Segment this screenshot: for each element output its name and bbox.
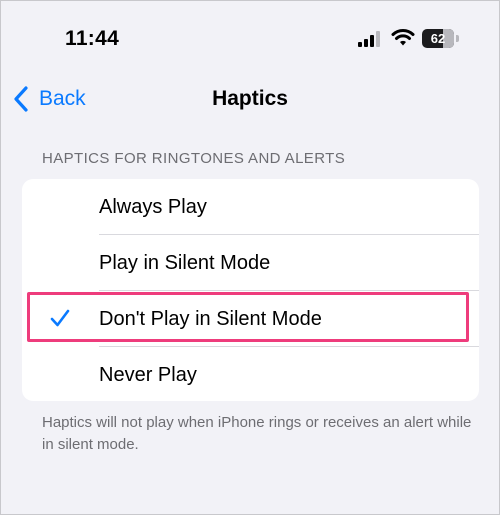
section-footer: Haptics will not play when iPhone rings … <box>42 414 472 453</box>
option-label: Never Play <box>99 364 197 386</box>
option-label: Don't Play in Silent Mode <box>99 308 322 330</box>
page-title: Haptics <box>212 87 288 110</box>
option-label: Play in Silent Mode <box>99 252 271 274</box>
status-bar: 11:44 62 <box>1 1 499 71</box>
checkmark-icon <box>50 309 70 327</box>
option-always-play[interactable]: Always Play <box>22 179 479 235</box>
section-header: HAPTICS FOR RINGTONES AND ALERTS <box>42 150 346 167</box>
settings-screen: 11:44 62 Back Haptics HAPTICS FOR RINGTO… <box>0 0 500 515</box>
battery-icon: 62 <box>422 29 460 48</box>
option-dont-play-in-silent-mode[interactable]: Don't Play in Silent Mode <box>22 291 479 347</box>
wifi-icon <box>391 29 415 46</box>
option-never-play[interactable]: Never Play <box>22 347 479 401</box>
cellular-signal-icon <box>358 31 380 47</box>
option-label: Always Play <box>99 196 207 218</box>
status-time: 11:44 <box>65 27 120 50</box>
haptics-options-list: Always Play Play in Silent Mode Don't Pl… <box>22 179 479 401</box>
battery-level: 62 <box>430 31 446 46</box>
option-play-in-silent-mode[interactable]: Play in Silent Mode <box>22 235 479 291</box>
